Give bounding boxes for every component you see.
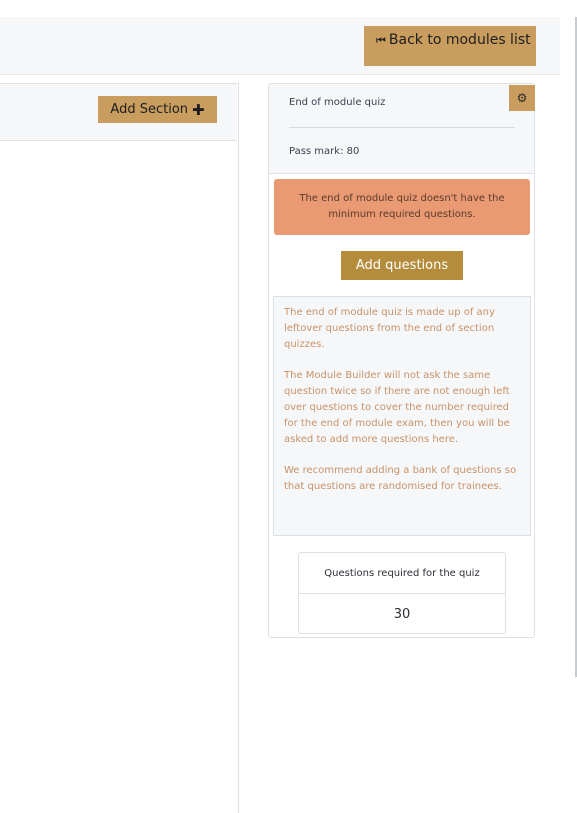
questions-required-header: Questions required for the quiz	[299, 553, 505, 594]
add-section-button[interactable]: Add Section ✚	[98, 96, 217, 123]
questions-required-value: 30	[393, 606, 411, 622]
plus-icon: ✚	[192, 100, 205, 119]
quiz-title: End of module quiz	[289, 97, 386, 108]
quiz-card-header: End of module quiz Pass mark: 80	[269, 84, 534, 174]
quiz-info-box: The end of module quiz is made up of any…	[273, 296, 531, 536]
questions-required-table: Questions required for the quiz 30	[298, 552, 506, 634]
add-section-label: Add Section	[110, 102, 189, 117]
minimum-questions-alert: The end of module quiz doesn't have the …	[274, 179, 530, 235]
info-paragraph: We recommend adding a bank of questions …	[284, 465, 517, 492]
divider	[289, 127, 515, 128]
pass-mark: Pass mark: 80	[289, 146, 360, 157]
end-of-module-quiz-card: End of module quiz Pass mark: 80 ⚙ The e…	[268, 83, 535, 638]
sections-panel	[0, 83, 239, 813]
alert-text: The end of module quiz doesn't have the …	[299, 193, 505, 220]
back-to-modules-button[interactable]: ⏮ Back to modules list	[364, 26, 536, 66]
quiz-settings-button[interactable]: ⚙	[509, 85, 535, 111]
add-questions-button[interactable]: Add questions	[341, 251, 463, 280]
info-paragraph: The end of module quiz is made up of any…	[284, 307, 495, 350]
gear-icon: ⚙	[516, 91, 528, 105]
page: ⏮ Back to modules list Add Section ✚ End…	[0, 0, 577, 813]
back-to-modules-label: Back to modules list	[388, 32, 531, 48]
info-paragraph: The Module Builder will not ask the same…	[284, 370, 510, 445]
step-backward-icon: ⏮	[376, 34, 386, 47]
